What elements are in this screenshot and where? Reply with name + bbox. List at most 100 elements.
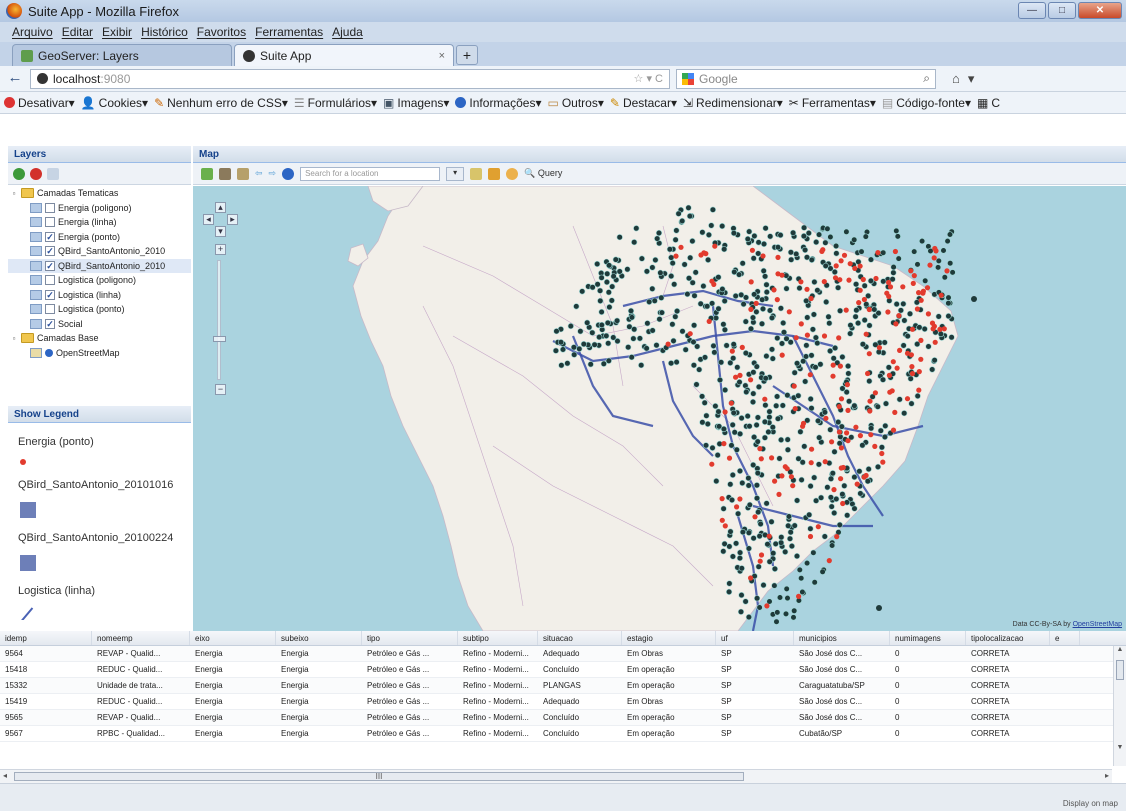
- map-point[interactable]: [900, 342, 907, 349]
- map-point-red[interactable]: [836, 429, 843, 435]
- map-point[interactable]: [701, 354, 709, 361]
- map-point[interactable]: [685, 204, 692, 211]
- map-point[interactable]: [821, 533, 828, 540]
- map-point-red[interactable]: [857, 433, 864, 439]
- map-point-red[interactable]: [792, 406, 798, 412]
- map-point-red[interactable]: [782, 464, 788, 470]
- pan-north-button[interactable]: ▴: [215, 202, 226, 213]
- map-point[interactable]: [843, 389, 850, 396]
- column-header-eixo[interactable]: eixo: [190, 631, 276, 645]
- map-point-red[interactable]: [887, 389, 893, 395]
- map-point[interactable]: [666, 246, 674, 253]
- map-point[interactable]: [773, 393, 781, 400]
- map-point[interactable]: [819, 568, 826, 575]
- map-point[interactable]: [827, 475, 835, 482]
- map-point[interactable]: [721, 246, 728, 253]
- map-point[interactable]: [851, 402, 858, 409]
- map-point[interactable]: [712, 403, 719, 410]
- map-point[interactable]: [686, 213, 694, 220]
- map-point[interactable]: [811, 579, 818, 586]
- map-point[interactable]: [777, 305, 785, 312]
- map-point[interactable]: [763, 353, 770, 360]
- map-point-red[interactable]: [838, 465, 844, 471]
- map-point-red[interactable]: [880, 459, 886, 465]
- map-point-red[interactable]: [772, 478, 778, 484]
- map-point[interactable]: [769, 424, 776, 431]
- table-row[interactable]: 15419 REDUC - Qualid... Energia Energia Petr…: [0, 694, 1126, 710]
- map-point[interactable]: [815, 231, 823, 238]
- map-point[interactable]: [831, 268, 838, 276]
- map-point[interactable]: [839, 353, 846, 361]
- map-point[interactable]: [793, 553, 801, 560]
- map-point[interactable]: [836, 521, 843, 529]
- map-point[interactable]: [945, 294, 952, 301]
- map-point[interactable]: [672, 236, 679, 243]
- map-point-red[interactable]: [938, 292, 944, 298]
- map-point-red[interactable]: [927, 262, 933, 268]
- map-point[interactable]: [753, 421, 760, 429]
- grid-vertical-scrollbar[interactable]: ▲ ▼: [1113, 646, 1126, 766]
- map-point-red[interactable]: [775, 254, 781, 260]
- map-point[interactable]: [616, 268, 623, 275]
- map-point-red[interactable]: [748, 377, 754, 383]
- search-icon[interactable]: ⌕: [923, 71, 930, 86]
- map-point[interactable]: [813, 238, 820, 246]
- map-point-red[interactable]: [894, 365, 900, 371]
- map-point[interactable]: [922, 277, 929, 284]
- map-point[interactable]: [726, 580, 733, 587]
- map-view[interactable]: ▴ ◂ ▸ ▾ + − Data CC-By-SA by OpenStreetM…: [193, 186, 1126, 631]
- map-point-red[interactable]: [873, 275, 879, 282]
- new-tab-button[interactable]: +: [456, 45, 478, 65]
- map-point[interactable]: [814, 417, 822, 424]
- map-point[interactable]: [941, 274, 948, 281]
- map-point[interactable]: [851, 474, 858, 481]
- map-point[interactable]: [571, 351, 578, 358]
- map-point[interactable]: [750, 461, 757, 469]
- map-point[interactable]: [807, 525, 814, 532]
- scroll-down-arrow-icon[interactable]: ▼: [1114, 744, 1126, 756]
- map-point[interactable]: [831, 344, 839, 352]
- map-point-red[interactable]: [807, 372, 813, 378]
- map-point-red[interactable]: [916, 369, 922, 375]
- map-point[interactable]: [874, 403, 881, 410]
- menu-historico[interactable]: Histórico: [141, 25, 188, 39]
- layer-visibility-checkbox[interactable]: [45, 304, 55, 315]
- map-point[interactable]: [750, 390, 757, 397]
- devbar-desativar[interactable]: Desativar▾: [4, 96, 75, 110]
- map-point[interactable]: [811, 278, 818, 286]
- map-point[interactable]: [845, 398, 853, 405]
- map-point-red[interactable]: [875, 250, 881, 256]
- map-point[interactable]: [804, 314, 811, 321]
- map-point[interactable]: [785, 522, 792, 529]
- devbar-informacoes[interactable]: Informações▾: [455, 96, 541, 110]
- map-point[interactable]: [808, 405, 815, 412]
- devbar-codigo-fonte[interactable]: ▤ Código-fonte▾: [882, 96, 971, 110]
- map-point[interactable]: [817, 494, 825, 501]
- map-point[interactable]: [624, 266, 631, 273]
- layer-visibility-checkbox[interactable]: ✓: [45, 231, 55, 242]
- map-point[interactable]: [693, 381, 700, 388]
- column-header-nomeemp[interactable]: nomeemp: [92, 631, 190, 645]
- map-point[interactable]: [772, 540, 779, 548]
- map-point[interactable]: [799, 588, 806, 596]
- measure-icon[interactable]: [470, 167, 483, 180]
- map-point[interactable]: [580, 341, 587, 348]
- map-point[interactable]: [596, 334, 603, 341]
- map-point-red[interactable]: [762, 396, 768, 402]
- map-point[interactable]: [598, 274, 605, 281]
- search-bar[interactable]: Google ⌕: [676, 68, 936, 89]
- map-point[interactable]: [847, 330, 854, 337]
- map-point[interactable]: [755, 239, 762, 246]
- map-point[interactable]: [805, 229, 812, 237]
- map-point[interactable]: [836, 307, 844, 314]
- layer-visibility-checkbox[interactable]: ✓: [45, 318, 55, 329]
- map-point[interactable]: [682, 346, 689, 353]
- map-point[interactable]: [882, 422, 889, 429]
- map-point-red[interactable]: [786, 309, 792, 315]
- map-point[interactable]: [831, 448, 838, 455]
- map-point[interactable]: [730, 229, 738, 237]
- map-point-red[interactable]: [918, 337, 924, 343]
- map-point[interactable]: [777, 539, 785, 546]
- map-point-red[interactable]: [841, 252, 848, 258]
- map-point[interactable]: [710, 342, 717, 349]
